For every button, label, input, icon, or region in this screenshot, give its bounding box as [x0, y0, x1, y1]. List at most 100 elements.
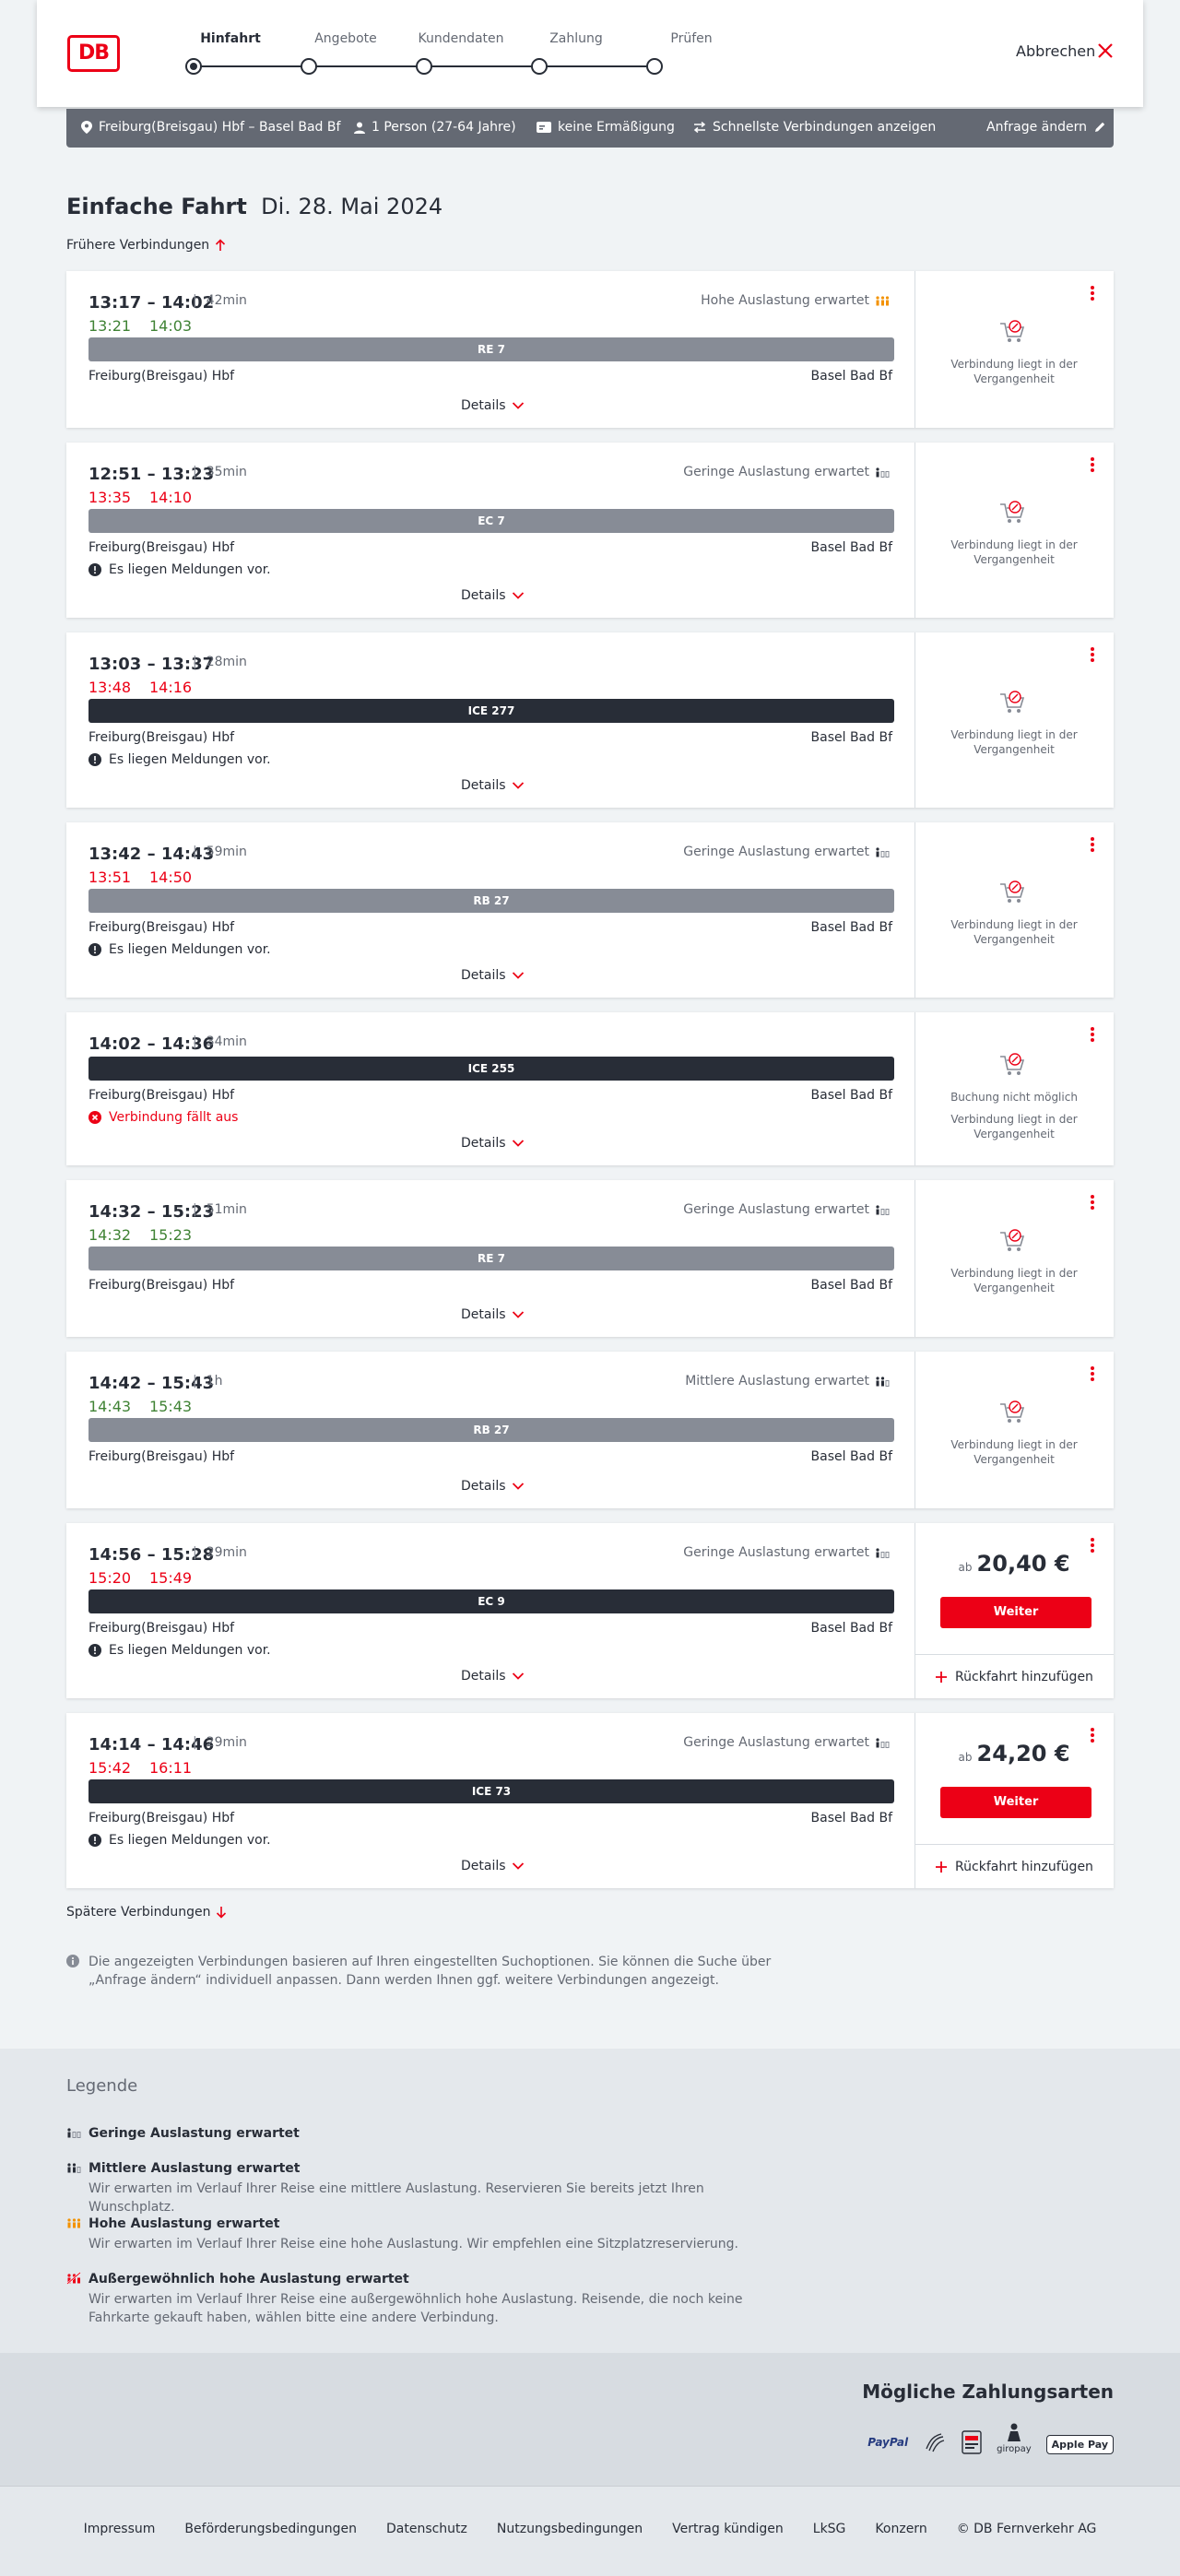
footer-links: Impressum Beförderungsbedingungen Datens…: [0, 2522, 1180, 2536]
details-label[interactable]: Details: [461, 1859, 506, 1873]
pencil-icon[interactable]: [1093, 121, 1106, 134]
footer-link-vertrag-kuendigen[interactable]: Vertrag kündigen: [672, 2522, 784, 2536]
occupancy-text: Hohe Auslastung erwartet: [701, 293, 869, 308]
footer-copyright: © DB Fernverkehr AG: [956, 2522, 1097, 2536]
cancel-button[interactable]: Abbrechen: [1016, 42, 1095, 60]
chevron-down-icon: [512, 782, 524, 789]
more-options-icon[interactable]: [1088, 1193, 1097, 1213]
footer-link-datenschutz[interactable]: Datenschutz: [386, 2522, 467, 2536]
cart-unavailable-icon: [997, 689, 1027, 716]
details-toggle[interactable]: Details: [461, 1136, 525, 1151]
connection-message-text: Es liegen Meldungen vor.: [109, 942, 271, 957]
departure-station: Freiburg(Breisgau) Hbf: [88, 1811, 235, 1826]
connection-card[interactable]: 13:17 – 14:0242minHohe Auslastung erwart…: [66, 271, 1114, 428]
card-divider: [914, 1012, 915, 1165]
arrival-station: Basel Bad Bf: [810, 1278, 892, 1293]
later-connections-label[interactable]: Spätere Verbindungen: [66, 1905, 210, 1920]
db-logo[interactable]: DB: [67, 35, 120, 72]
details-toggle[interactable]: Details: [461, 778, 525, 793]
train-bar[interactable]: ICE 73: [88, 1779, 894, 1803]
train-bar[interactable]: EC 9: [88, 1589, 894, 1613]
continue-button[interactable]: Weiter: [940, 1787, 1092, 1818]
plus-icon: [936, 1671, 948, 1683]
details-toggle[interactable]: Details: [461, 1669, 525, 1684]
more-options-icon[interactable]: [1088, 645, 1097, 666]
card-divider: [914, 443, 915, 618]
details-label[interactable]: Details: [461, 778, 506, 793]
details-toggle[interactable]: Details: [461, 1859, 525, 1873]
connection-card[interactable]: 13:03 – 13:3728min13:4814:16ICE 277Freib…: [66, 632, 1114, 808]
train-bar[interactable]: EC 7: [88, 509, 894, 533]
arrival-station: Basel Bad Bf: [810, 540, 892, 555]
connection-card[interactable]: 13:42 – 14:4359minGeringe Auslastung erw…: [66, 822, 1114, 998]
footer-link-nutzungsbedingungen[interactable]: Nutzungsbedingungen: [497, 2522, 643, 2536]
more-options-icon[interactable]: [1088, 1365, 1097, 1385]
add-return-button[interactable]: Rückfahrt hinzufügen: [914, 1654, 1114, 1698]
add-return-button[interactable]: Rückfahrt hinzufügen: [914, 1844, 1114, 1888]
more-options-icon[interactable]: [1088, 835, 1097, 856]
footer-link-impressum[interactable]: Impressum: [84, 2522, 156, 2536]
train-bar[interactable]: RE 7: [88, 337, 894, 361]
train-bar[interactable]: ICE 277: [88, 699, 894, 723]
connection-card[interactable]: 14:42 – 15:431hMittlere Auslastung erwar…: [66, 1352, 1114, 1508]
more-options-icon[interactable]: [1088, 284, 1097, 304]
footer-link-konzern[interactable]: Konzern: [875, 2522, 926, 2536]
footer: Impressum Beförderungsbedingungen Datens…: [0, 2486, 1180, 2576]
cart-unavailable-icon: [997, 499, 1027, 526]
departure-station: Freiburg(Breisgau) Hbf: [88, 730, 235, 745]
realtime-arrival: 15:43: [149, 1398, 193, 1415]
close-icon[interactable]: [1095, 41, 1115, 61]
price: ab 24,20 €: [914, 1741, 1114, 1767]
connection-card[interactable]: 14:32 – 15:2351minGeringe Auslastung erw…: [66, 1180, 1114, 1337]
connection-card[interactable]: 14:56 – 15:2829minGeringe Auslastung erw…: [66, 1523, 1114, 1698]
footer-link-lksg[interactable]: LkSG: [813, 2522, 846, 2536]
train-bar[interactable]: RB 27: [88, 889, 894, 913]
more-options-icon[interactable]: [1088, 455, 1097, 476]
details-label[interactable]: Details: [461, 398, 506, 413]
realtime-arrival: 15:49: [149, 1569, 193, 1587]
train-bar[interactable]: RE 7: [88, 1247, 894, 1270]
earlier-connections-label[interactable]: Frühere Verbindungen: [66, 238, 209, 253]
earlier-connections-link[interactable]: Frühere Verbindungen: [66, 238, 226, 253]
footer-link-befoerderungsbedingungen[interactable]: Beförderungsbedingungen: [184, 2522, 357, 2536]
credit-card-logo: [926, 2433, 945, 2452]
train-bar[interactable]: ICE 255: [88, 1057, 894, 1081]
connection-card[interactable]: 12:51 – 13:2335minGeringe Auslastung erw…: [66, 443, 1114, 618]
not-bookable-text: Buchung nicht möglich: [950, 1091, 1078, 1104]
connection-message: Es liegen Meldungen vor.: [88, 562, 271, 577]
details-label[interactable]: Details: [461, 1669, 506, 1684]
details-toggle[interactable]: Details: [461, 1307, 525, 1322]
details-label[interactable]: Details: [461, 1136, 506, 1151]
train-bar[interactable]: RB 27: [88, 1418, 894, 1442]
cart-unavailable-icon: [997, 1227, 1027, 1255]
details-toggle[interactable]: Details: [461, 968, 525, 983]
departure-station: Freiburg(Breisgau) Hbf: [88, 369, 235, 384]
add-return-label[interactable]: Rückfahrt hinzufügen: [955, 1860, 1093, 1874]
details-label[interactable]: Details: [461, 968, 506, 983]
realtime-departure: 13:48: [88, 679, 132, 696]
more-options-icon[interactable]: [1088, 1025, 1097, 1046]
details-toggle[interactable]: Details: [461, 398, 525, 413]
details-label[interactable]: Details: [461, 588, 506, 603]
change-request-button[interactable]: Anfrage ändern: [986, 120, 1106, 135]
later-connections-link[interactable]: Spätere Verbindungen: [66, 1905, 227, 1920]
continue-button[interactable]: Weiter: [940, 1597, 1092, 1628]
details-toggle[interactable]: Details: [461, 1479, 525, 1494]
step-dot: [416, 58, 432, 75]
connection-card[interactable]: 14:14 – 14:4629minGeringe Auslastung erw…: [66, 1713, 1114, 1888]
warning-icon: [88, 1644, 101, 1657]
details-toggle[interactable]: Details: [461, 588, 525, 603]
payment-logos: PayPal giropay Apple Pay: [867, 2423, 1114, 2454]
connection-card[interactable]: 14:02 – 14:3634minICE 255Freiburg(Breisg…: [66, 1012, 1114, 1165]
occupancy-info: Hohe Auslastung erwartet: [701, 293, 890, 308]
details-label[interactable]: Details: [461, 1307, 506, 1322]
step-dot: [646, 58, 663, 75]
add-return-label[interactable]: Rückfahrt hinzufügen: [955, 1670, 1093, 1684]
cart-unavailable-icon: [997, 1051, 1027, 1079]
departure-station: Freiburg(Breisgau) Hbf: [88, 1278, 235, 1293]
change-request-label[interactable]: Anfrage ändern: [986, 120, 1087, 135]
details-label[interactable]: Details: [461, 1479, 506, 1494]
occupancy-info: Geringe Auslastung erwartet: [683, 1545, 890, 1560]
occupancy-info: Geringe Auslastung erwartet: [683, 845, 890, 859]
card-divider: [914, 1180, 915, 1337]
